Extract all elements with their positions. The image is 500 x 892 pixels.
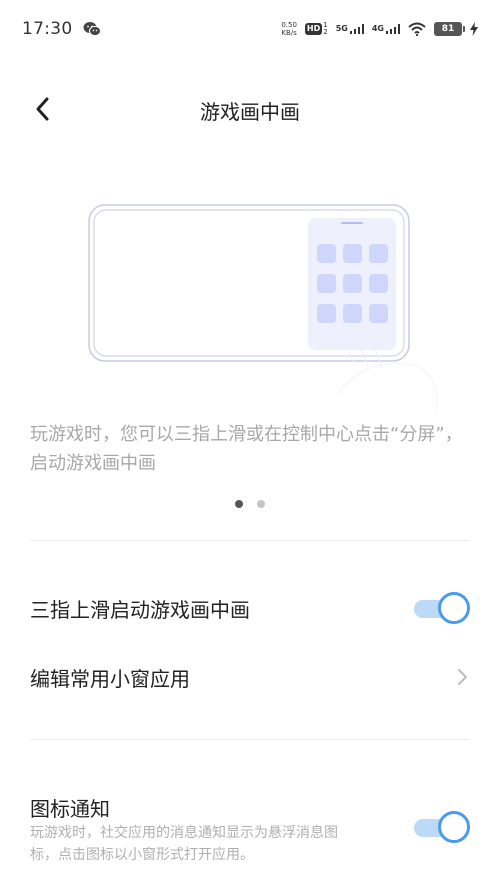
battery-icon: 81 bbox=[434, 22, 465, 36]
signal-4g-icon: 4G bbox=[372, 24, 400, 34]
hd-sim-labels: 1 2 bbox=[323, 22, 327, 36]
wifi-icon bbox=[408, 22, 426, 36]
status-indicators: 0.50 KB/s HD 1 2 5G 4G 81 bbox=[281, 21, 478, 37]
setting-icon-notify[interactable]: 图标通知 bbox=[30, 792, 470, 822]
signal-bars-icon bbox=[349, 24, 364, 34]
three-finger-toggle[interactable] bbox=[414, 592, 470, 624]
pager-dot[interactable] bbox=[257, 500, 265, 508]
page-header: 游戏画中画 bbox=[0, 82, 500, 134]
hd-voice-icon: HD 1 2 bbox=[304, 22, 328, 36]
setting-icon-notify-label: 图标通知 bbox=[30, 796, 110, 821]
signal-5g-icon: 5G bbox=[336, 24, 364, 34]
hd-label: HD bbox=[304, 23, 323, 35]
divider bbox=[30, 739, 470, 740]
setting-three-finger-label: 三指上滑启动游戏画中画 bbox=[30, 597, 250, 622]
pager-dots bbox=[0, 500, 500, 508]
setting-three-finger[interactable]: 三指上滑启动游戏画中画 bbox=[30, 592, 470, 624]
page-title: 游戏画中画 bbox=[200, 100, 300, 124]
signal-4g-label: 4G bbox=[371, 24, 384, 33]
pip-illustration bbox=[88, 204, 448, 424]
pager-dot-active[interactable] bbox=[235, 500, 243, 508]
status-bar: 17:30 0.50 KB/s HD 1 2 5G 4G 81 bbox=[0, 0, 500, 58]
lightning-icon bbox=[470, 22, 478, 36]
signal-5g-label: 5G bbox=[335, 24, 348, 33]
setting-edit-apps[interactable]: 编辑常用小窗应用 bbox=[30, 662, 470, 692]
toggle-knob bbox=[438, 592, 470, 624]
wechat-icon bbox=[83, 21, 101, 37]
status-time: 17:30 bbox=[22, 19, 73, 39]
icon-notify-toggle[interactable] bbox=[414, 811, 470, 843]
chevron-right-icon bbox=[458, 669, 467, 685]
divider bbox=[30, 540, 470, 541]
toggle-knob bbox=[438, 811, 470, 843]
network-speed-unit: KB/s bbox=[281, 29, 297, 37]
battery-level: 81 bbox=[441, 24, 455, 34]
network-speed: 0.50 KB/s bbox=[281, 21, 297, 37]
network-speed-value: 0.50 bbox=[281, 21, 297, 29]
hd-sim2: 2 bbox=[323, 28, 328, 36]
setting-edit-apps-label: 编辑常用小窗应用 bbox=[30, 666, 190, 691]
intro-description: 玩游戏时，您可以三指上滑或在控制中心点击“分屏”，启动游戏画中画 bbox=[30, 424, 463, 474]
setting-icon-notify-description: 玩游戏时，社交应用的消息通知显示为悬浮消息图标，点击图标以小窗形式打开应用。 bbox=[30, 825, 338, 863]
signal-bars-icon bbox=[386, 24, 400, 34]
